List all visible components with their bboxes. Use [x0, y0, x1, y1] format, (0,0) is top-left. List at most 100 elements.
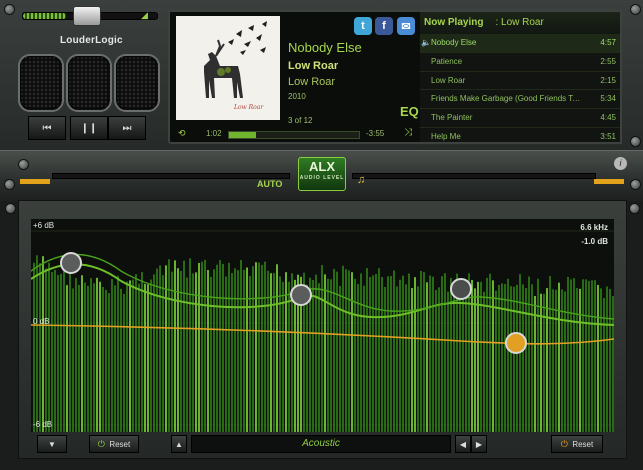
- playlist-item-duration: 4:45: [600, 113, 616, 123]
- preset-up-button[interactable]: ▲: [171, 435, 187, 453]
- next-icon: ⏭: [122, 122, 132, 134]
- previous-icon: ⏮: [42, 122, 52, 134]
- eq-graph[interactable]: +6 dB 0 dB -6 dB 6.6 kHz -1.0 dB: [30, 219, 615, 432]
- facebook-button[interactable]: f: [375, 17, 393, 35]
- album-art[interactable]: Low Roar: [176, 16, 280, 120]
- screw: [630, 4, 641, 15]
- album-art-caption: Low Roar: [234, 104, 264, 111]
- top-panel: ◢ LouderLogic ⏮ ❙❙ ⏭ Low Roar Nobody Els…: [0, 0, 643, 151]
- eq-node-handle[interactable]: [60, 252, 82, 274]
- deer-artwork-icon: [204, 21, 267, 98]
- screw: [4, 179, 15, 190]
- playlist-header: Now Playing : Low Roar: [420, 12, 620, 34]
- facebook-icon: f: [382, 20, 386, 32]
- alx-sub-label: AUDIO LEVEL: [299, 175, 345, 181]
- chevron-right-icon: ▶: [475, 439, 483, 449]
- progress-slider[interactable]: [228, 131, 360, 139]
- power-icon: ⏻: [560, 438, 568, 449]
- preset-prev-button[interactable]: ◀: [455, 435, 471, 453]
- progress-row: ⟲ 1:02 -3:55 ⤨: [176, 127, 416, 140]
- pause-button[interactable]: ❙❙: [70, 116, 108, 140]
- preset-name[interactable]: Acoustic: [191, 435, 451, 453]
- eq-top-label: +6 dB: [33, 221, 55, 230]
- now-playing-label: Now Playing: [424, 17, 484, 28]
- previous-track-button[interactable]: ⏮: [28, 116, 66, 140]
- screw: [5, 203, 16, 214]
- chevron-down-icon: ▼: [48, 439, 56, 449]
- playlist-item-name: Low Roar: [431, 75, 466, 85]
- chevron-left-icon: ◀: [459, 439, 467, 449]
- playlist-item-name: Nobody Else: [431, 38, 477, 47]
- playlist-item-duration: 4:57: [600, 38, 616, 47]
- repeat-icon[interactable]: ⟲: [178, 128, 186, 139]
- playlist-item-duration: 2:55: [600, 56, 616, 66]
- playlist-item-duration: 3:51: [600, 131, 616, 141]
- playlist-panel: Now Playing : Low Roar 🔈 Nobody Else 4:57 Pa…: [420, 10, 622, 147]
- speaker-grille-icon: [18, 54, 64, 112]
- frequency-readout: 6.6 kHz: [580, 223, 608, 232]
- playlist-item[interactable]: The Painter 4:45: [420, 109, 620, 128]
- eq-node-handle[interactable]: [505, 332, 527, 354]
- reset-left-label: Reset: [109, 439, 131, 449]
- chevron-up-icon: ▲: [175, 439, 183, 449]
- playlist-item[interactable]: Friends Make Garbage (Good Friends Take …: [420, 90, 620, 110]
- auto-label[interactable]: AUTO: [257, 179, 282, 189]
- playlist-item-name: Friends Make Garbage (Good Friends Take …: [431, 94, 581, 104]
- info-icon[interactable]: i: [614, 157, 627, 170]
- eq-toggle[interactable]: EQ: [400, 104, 419, 119]
- power-icon: ⏻: [97, 438, 105, 449]
- next-track-button[interactable]: ⏭: [108, 116, 146, 140]
- speaker-icon: 🔈: [421, 38, 431, 47]
- elapsed-time: 1:02: [206, 129, 222, 138]
- eq-bottom-label: -6 dB: [33, 420, 53, 429]
- music-note-icon[interactable]: ♫: [357, 174, 365, 186]
- track-title: Nobody Else: [288, 40, 362, 55]
- level-track-left: [52, 173, 290, 179]
- collapse-button[interactable]: ▼: [37, 435, 67, 453]
- now-playing-display: Low Roar Nobody Else Low Roar Low Roar 2…: [168, 10, 424, 144]
- mail-button[interactable]: ✉: [397, 17, 415, 35]
- twitter-button[interactable]: t: [354, 17, 372, 35]
- playlist-item[interactable]: 🔈 Nobody Else 4:57: [420, 34, 620, 53]
- screw: [4, 4, 15, 15]
- eq-zero-label: 0 dB: [33, 317, 50, 326]
- playlist-item-name: Help Me: [431, 131, 461, 141]
- eq-node-handle[interactable]: [290, 284, 312, 306]
- screw: [630, 136, 641, 147]
- progress-fill: [229, 132, 257, 138]
- level-meter-left: [20, 179, 50, 184]
- eq-toolbar: ▼ ⏻ Reset ▲ Acoustic ◀ ▶ ⏻ Reset: [31, 435, 614, 453]
- mail-icon: ✉: [401, 20, 411, 33]
- screw: [18, 159, 29, 170]
- playlist-item-name: The Painter: [431, 113, 473, 123]
- playlist-item[interactable]: Help Me 3:51: [420, 128, 620, 147]
- level-meter-right: [594, 179, 624, 184]
- eq-node-handle[interactable]: [450, 278, 472, 300]
- playlist-item-name: Patience: [431, 56, 463, 66]
- playlist-album-label: : Low Roar: [495, 17, 544, 28]
- preset-next-button[interactable]: ▶: [471, 435, 487, 453]
- remaining-time: -3:55: [366, 129, 385, 138]
- speaker-grille-icon: [66, 54, 112, 112]
- track-year: 2010: [288, 92, 306, 101]
- volume-max-icon: ◢: [141, 10, 148, 20]
- playlist-item-duration: 2:15: [600, 75, 616, 85]
- track-position: 3 of 12: [288, 116, 313, 125]
- reset-right-button[interactable]: ⏻ Reset: [551, 435, 603, 453]
- speaker-grille-icon: [114, 54, 160, 112]
- eq-spectrum: [30, 230, 615, 432]
- reset-left-button[interactable]: ⏻ Reset: [89, 435, 139, 453]
- reset-right-label: Reset: [572, 439, 594, 449]
- screw: [630, 179, 641, 190]
- level-track-right: [352, 173, 596, 179]
- screw: [629, 203, 640, 214]
- twitter-icon: t: [361, 20, 365, 32]
- alx-button[interactable]: ALX AUDIO LEVEL: [298, 157, 346, 191]
- equalizer-panel: +6 dB 0 dB -6 dB 6.6 kHz -1.0 dB ▼ ⏻ Res…: [5, 200, 640, 459]
- playlist-item[interactable]: Patience 2:55: [420, 53, 620, 72]
- shuffle-icon[interactable]: ⤨: [404, 127, 412, 138]
- playlist-item[interactable]: Low Roar 2:15: [420, 72, 620, 91]
- volume-knob[interactable]: [72, 6, 101, 26]
- track-artist: Low Roar: [288, 60, 339, 72]
- volume-fill: [23, 13, 66, 19]
